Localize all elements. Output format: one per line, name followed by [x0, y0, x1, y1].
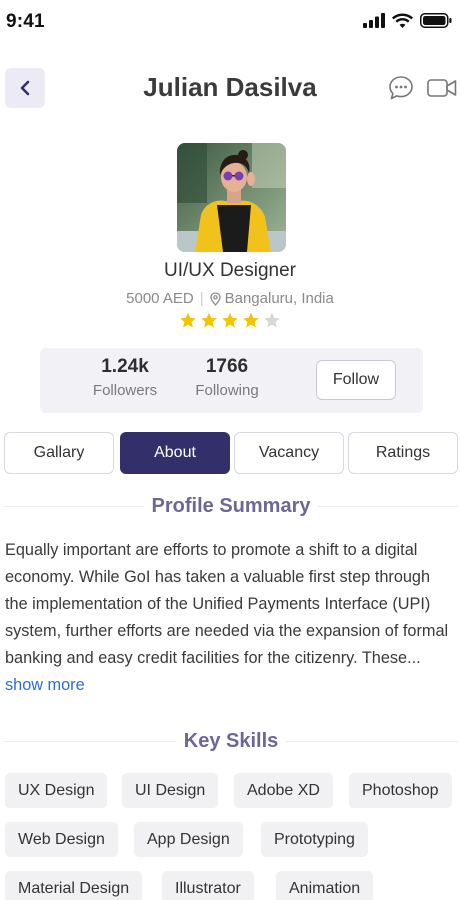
show-more-link[interactable]: show more [5, 676, 85, 694]
skill-chip[interactable]: Prototyping [261, 822, 368, 857]
heading-divider-right [286, 740, 459, 742]
follow-button[interactable]: Follow [316, 360, 396, 400]
key-skills-heading: Key Skills [4, 729, 459, 753]
profile-summary-title: Profile Summary [151, 494, 311, 517]
skill-chip[interactable]: App Design [134, 822, 243, 857]
profile-rate: 5000 AED [126, 290, 194, 307]
following-stat[interactable]: 1766 Following [172, 356, 282, 399]
followers-count: 1.24k [101, 356, 149, 377]
skill-chip[interactable]: UI Design [122, 773, 219, 808]
heading-divider-right [318, 505, 459, 507]
stats-card: 1.24k Followers 1766 Following Follow [40, 348, 423, 413]
profile-summary-text: Equally important are efforts to promote… [5, 537, 455, 699]
star-rating [0, 312, 460, 329]
star-filled-icon [243, 312, 259, 328]
location-pin-icon [209, 291, 221, 306]
wifi-icon [392, 13, 413, 28]
followers-stat[interactable]: 1.24k Followers [70, 356, 180, 399]
status-bar: 9:41 [0, 0, 460, 44]
following-label: Following [195, 382, 259, 399]
heading-divider-left [4, 740, 176, 742]
profile-tabs: Gallary About Vacancy Ratings [4, 432, 459, 474]
star-empty-icon [264, 312, 280, 328]
tab-ratings[interactable]: Ratings [348, 432, 458, 474]
signal-icon [363, 13, 385, 28]
star-filled-icon [222, 312, 238, 328]
tab-about[interactable]: About [120, 432, 230, 474]
battery-icon [420, 13, 452, 28]
status-time: 9:41 [6, 11, 45, 32]
following-count: 1766 [205, 356, 249, 377]
skill-chip[interactable]: Material Design [5, 871, 143, 900]
video-call-icon[interactable] [427, 77, 457, 99]
chat-icon[interactable] [387, 74, 415, 102]
tab-gallary[interactable]: Gallary [4, 432, 114, 474]
summary-body: Equally important are efforts to promote… [5, 541, 449, 667]
profile-summary-heading: Profile Summary [4, 494, 459, 518]
status-icons [363, 13, 452, 28]
skill-chip[interactable]: Illustrator [162, 871, 254, 900]
profile-role: UI/UX Designer [164, 260, 296, 281]
skill-chip[interactable]: Web Design [5, 822, 118, 857]
skill-chip[interactable]: Adobe XD [234, 773, 333, 808]
tab-vacancy[interactable]: Vacancy [234, 432, 344, 474]
heading-divider-left [4, 505, 144, 507]
header: Julian Dasilva [0, 66, 460, 110]
profile-meta: 5000 AED | Bangaluru, India [0, 290, 460, 307]
avatar [177, 143, 286, 252]
profile-location: Bangaluru, India [224, 290, 334, 307]
skill-chip[interactable]: Photoshop [349, 773, 452, 808]
skill-chip[interactable]: UX Design [5, 773, 108, 808]
star-filled-icon [201, 312, 217, 328]
followers-label: Followers [92, 382, 158, 399]
key-skills-title: Key Skills [183, 729, 279, 752]
star-filled-icon [180, 312, 196, 328]
skill-chip[interactable]: Animation [276, 871, 374, 900]
header-actions [387, 74, 457, 102]
meta-divider: | [199, 290, 204, 307]
